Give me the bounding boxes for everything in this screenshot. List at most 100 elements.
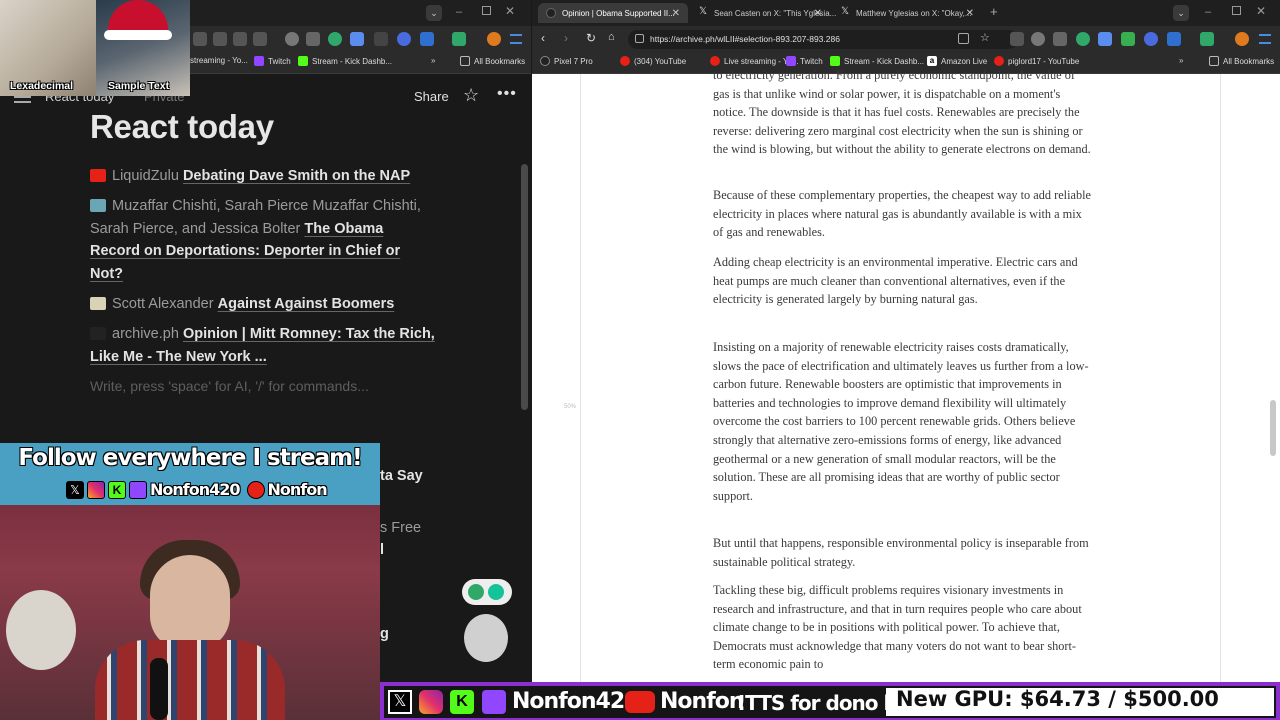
extension-translate-icon[interactable]: [306, 32, 320, 46]
extension-trash-icon[interactable]: [1010, 32, 1024, 46]
extension-flask-icon[interactable]: [1200, 32, 1214, 46]
partial-item-title[interactable]: l: [380, 542, 384, 558]
extensions-puzzle-icon[interactable]: [1167, 32, 1181, 46]
partial-item-title[interactable]: g: [380, 626, 389, 642]
article-column: to electricity generation. From a purely…: [580, 68, 1221, 682]
item-title-link[interactable]: Debating Dave Smith on the NAP: [183, 168, 410, 184]
bookmark-amazon-live[interactable]: a Amazon Live: [927, 56, 987, 66]
kick-icon: K: [450, 690, 474, 714]
bookmark-label: Amazon Live: [941, 56, 988, 66]
back-arrow-icon[interactable]: ‹: [541, 31, 545, 45]
page-scrollbar[interactable]: [1270, 400, 1276, 456]
maximize-icon[interactable]: [482, 6, 491, 15]
close-window-icon[interactable]: ✕: [1256, 4, 1266, 18]
bookmark-youtube[interactable]: (304) YouTube: [620, 56, 686, 66]
more-options-icon[interactable]: •••: [497, 85, 517, 103]
bookmarks-overflow-chevron-icon[interactable]: »: [1179, 56, 1183, 65]
bookmark-streaming[interactable]: streaming - Yo...: [190, 56, 248, 65]
site-info-icon[interactable]: [635, 34, 644, 43]
kick-icon: K: [108, 480, 126, 499]
page-title: React today: [90, 108, 274, 145]
minimize-icon[interactable]: –: [1205, 6, 1211, 18]
bookmark-star-icon[interactable]: ☆: [980, 31, 990, 44]
tab-opinion-obama[interactable]: Opinion | Obama Supported II... ✕: [538, 3, 688, 23]
item-title-link[interactable]: Against Against Boomers: [218, 296, 395, 312]
partial-item-title[interactable]: ta Say: [380, 468, 423, 484]
grammarly-icon[interactable]: [328, 32, 342, 46]
extension-blue-icon[interactable]: [1144, 32, 1158, 46]
youtube-icon: [246, 480, 265, 499]
bookmark-label: streaming - Yo...: [190, 56, 248, 65]
bookmarks-overflow-chevron-icon[interactable]: »: [431, 56, 435, 65]
right-toolbar: ‹ › ↻ ⌂ https://archive.ph/wlLII#selecti…: [532, 26, 1280, 52]
screenshot-icon[interactable]: [193, 32, 207, 46]
extension-globe-icon[interactable]: [285, 32, 299, 46]
gpu-goal-text: New GPU: $64.73 / $500.00: [896, 687, 1219, 711]
open-in-app-icon[interactable]: [958, 33, 969, 44]
zoom-icon[interactable]: [213, 32, 227, 46]
list-item[interactable]: LiquidZulu Debating Dave Smith on the NA…: [90, 165, 435, 188]
twitch-icon: [129, 480, 147, 499]
extension-translate-icon[interactable]: [1053, 32, 1067, 46]
address-bar[interactable]: https://archive.ph/wlLII#selection-893.2…: [628, 30, 1018, 49]
social-row: 𝕏 K Nonfon420 Nonfon: [66, 480, 328, 499]
instagram-icon: [87, 480, 105, 499]
grammarly-floating-button[interactable]: [462, 579, 512, 605]
profile-avatar[interactable]: [487, 32, 501, 46]
partial-item-title[interactable]: s Free: [380, 520, 421, 536]
extension-off-icon[interactable]: [374, 32, 388, 46]
list-item[interactable]: archive.ph Opinion | Mitt Romney: Tax th…: [90, 323, 435, 368]
extension-pen-icon[interactable]: [1121, 32, 1135, 46]
notion-scrollbar[interactable]: [521, 164, 528, 410]
close-window-icon[interactable]: ✕: [505, 4, 515, 18]
new-tab-icon[interactable]: +: [990, 4, 998, 19]
tab-matthew-yglesias[interactable]: 𝕏 Matthew Yglesias on X: "Okay,... ✕: [832, 3, 982, 23]
bookmark-piglord[interactable]: piglord17 - YouTube: [994, 56, 1079, 66]
all-bookmarks[interactable]: All Bookmarks: [1209, 56, 1274, 66]
list-item[interactable]: Muzaffar Chishti, Sarah Pierce Muzaffar …: [90, 195, 435, 285]
extensions-puzzle-icon[interactable]: [420, 32, 434, 46]
extension-doc-icon[interactable]: [1098, 32, 1112, 46]
extension-flask-icon[interactable]: [452, 32, 466, 46]
close-tab-icon[interactable]: ✕: [814, 8, 822, 19]
grammarly-icon[interactable]: [1076, 32, 1090, 46]
tab-sean-casten[interactable]: 𝕏 Sean Casten on X: "This Yglesia... ✕: [690, 3, 836, 23]
new-block-placeholder[interactable]: Write, press 'space' for AI, '/' for com…: [90, 378, 369, 394]
tab-search-chevron-icon[interactable]: ⌄: [1173, 5, 1189, 21]
extension-blue-icon[interactable]: [397, 32, 411, 46]
minimize-icon[interactable]: –: [456, 6, 462, 18]
newspaper-icon: [90, 297, 106, 310]
maximize-icon[interactable]: [1232, 6, 1241, 15]
close-tab-icon[interactable]: ✕: [966, 8, 974, 19]
list-item[interactable]: Scott Alexander Against Against Boomers: [90, 293, 435, 316]
bookmark-label: All Bookmarks: [474, 56, 526, 66]
profile-avatar[interactable]: [1235, 32, 1249, 46]
close-tab-icon[interactable]: ✕: [672, 8, 680, 19]
extension-globe-icon[interactable]: [1031, 32, 1045, 46]
notion-ai-assistant-icon[interactable]: [464, 614, 508, 662]
bookmark-twitch[interactable]: Twitch: [254, 56, 291, 66]
extension-doc-icon[interactable]: [350, 32, 364, 46]
forward-arrow-icon[interactable]: ›: [564, 31, 568, 45]
kick-icon: [830, 56, 840, 66]
all-bookmarks[interactable]: All Bookmarks: [460, 56, 525, 66]
reload-icon[interactable]: ↻: [586, 31, 596, 45]
side-panel-icon[interactable]: [510, 34, 522, 44]
open-external-icon[interactable]: [233, 32, 247, 46]
santa-hat-trim: [104, 30, 172, 40]
side-panel-icon[interactable]: [1259, 34, 1271, 44]
tab-search-chevron-icon[interactable]: ⌄: [426, 5, 442, 21]
instagram-icon: [419, 690, 443, 714]
home-icon[interactable]: ⌂: [608, 31, 615, 43]
article-paragraph: to electricity generation. From a purely…: [713, 68, 1091, 157]
bookmark-twitch[interactable]: Twitch: [786, 56, 823, 66]
bookmark-kick[interactable]: Stream - Kick Dashb...: [830, 56, 924, 66]
favorite-star-icon[interactable]: ☆: [463, 85, 479, 106]
santa-hat: [108, 0, 168, 34]
bookmark-kick[interactable]: Stream - Kick Dashb...: [298, 56, 392, 66]
bookmark-label: (304) YouTube: [634, 56, 687, 66]
bookmark-star-icon[interactable]: [253, 32, 267, 46]
bookmark-pixel[interactable]: Pixel 7 Pro: [540, 56, 593, 66]
share-button[interactable]: Share: [414, 89, 449, 104]
right-browser-window: Opinion | Obama Supported II... ✕ 𝕏 Sean …: [532, 0, 1280, 682]
